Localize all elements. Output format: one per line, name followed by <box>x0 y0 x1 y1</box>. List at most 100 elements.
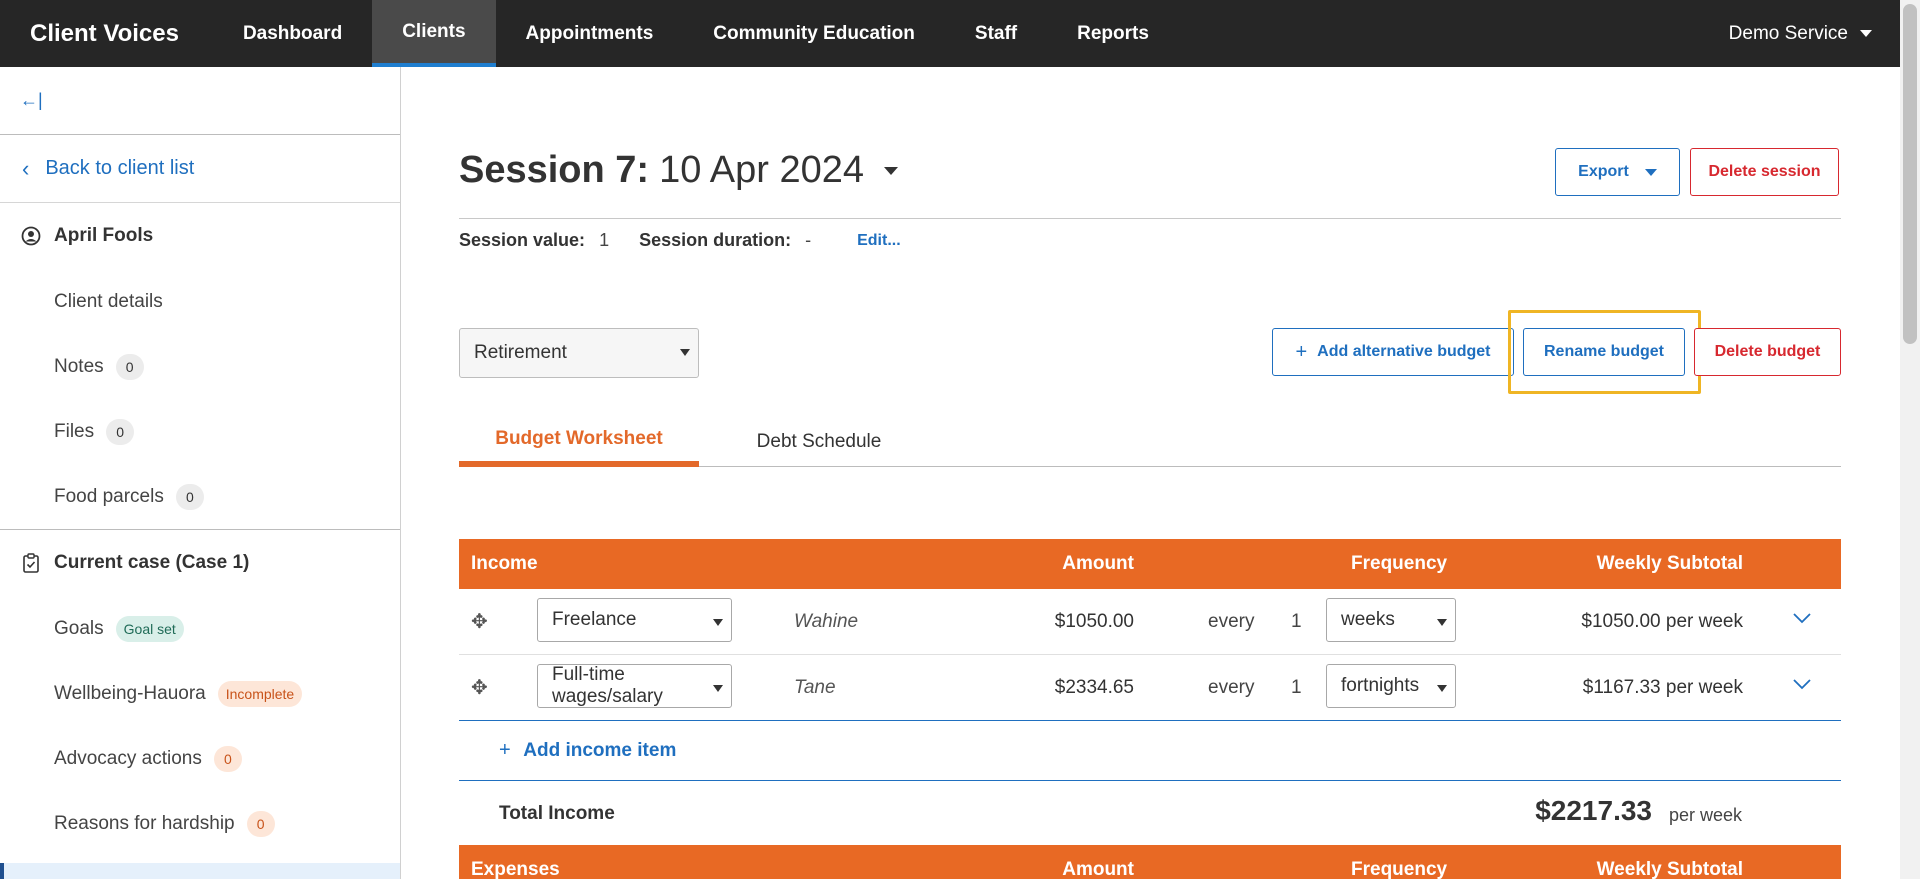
count-badge: 0 <box>175 483 204 510</box>
nav-appointments[interactable]: Appointments <box>496 0 684 67</box>
sidebar-item-active[interactable] <box>0 863 400 879</box>
sidebar: ←| ‹ Back to client list April Fools Cli… <box>0 67 401 879</box>
nav-staff[interactable]: Staff <box>945 0 1047 67</box>
session-duration-label: Session duration: <box>639 230 792 250</box>
sidebar-item-goals[interactable]: Goals Goal set <box>0 596 400 661</box>
add-alt-label: Add alternative budget <box>1317 343 1491 360</box>
budget-select-value: Retirement <box>474 342 567 363</box>
frequency-count[interactable]: 1 <box>1291 611 1302 633</box>
tab-debt-schedule[interactable]: Debt Schedule <box>699 416 939 467</box>
account-menu[interactable]: Demo Service <box>1729 0 1872 67</box>
col-amount: Amount <box>1062 553 1134 574</box>
chevron-down-icon <box>1644 168 1657 176</box>
account-name: Demo Service <box>1728 22 1848 44</box>
edit-session-link[interactable]: Edit... <box>857 232 901 250</box>
income-table-header: Income Amount Frequency Weekly Subtotal <box>459 539 1841 589</box>
budget-tabs: Budget Worksheet Debt Schedule <box>459 416 1841 467</box>
sidebar-item-wellbeing[interactable]: Wellbeing-Hauora Incomplete <box>0 661 400 726</box>
chevron-down-icon[interactable] <box>1793 607 1811 630</box>
collapse-icon: ←| <box>20 90 43 110</box>
total-income-label: Total Income <box>499 803 615 824</box>
budget-select[interactable]: Retirement <box>459 328 699 378</box>
brand-logo[interactable]: Client Voices <box>30 20 179 48</box>
frequency-unit-select[interactable]: weeks <box>1326 598 1456 642</box>
income-type-value: Freelance <box>552 609 637 630</box>
frequency-unit-value: weeks <box>1341 609 1395 630</box>
back-to-client-list-link[interactable]: ‹ Back to client list <box>0 135 400 203</box>
scrollbar-thumb[interactable] <box>1903 4 1917 344</box>
back-label: Back to client list <box>45 157 195 179</box>
frequency-count[interactable]: 1 <box>1291 677 1302 699</box>
income-owner: Tane <box>794 677 836 698</box>
session-title[interactable]: Session 7: 10 Apr 2024 <box>459 149 899 192</box>
col-amount: Amount <box>1062 859 1134 879</box>
tab-budget-worksheet[interactable]: Budget Worksheet <box>459 416 699 467</box>
sidebar-item-reasons-for-hardship[interactable]: Reasons for hardship 0 <box>0 791 400 856</box>
client-name: April Fools <box>54 225 154 246</box>
chevron-down-icon[interactable] <box>1793 673 1811 696</box>
nav-clients[interactable]: Clients <box>372 0 496 67</box>
session-value: 1 <box>599 230 610 250</box>
frequency-unit-value: fortnights <box>1341 675 1420 696</box>
plus-icon: + <box>499 739 511 761</box>
page-scrollbar[interactable] <box>1900 0 1920 879</box>
clipboard-icon <box>20 553 42 573</box>
nav-dashboard[interactable]: Dashboard <box>213 0 372 67</box>
nav-reports[interactable]: Reports <box>1047 0 1179 67</box>
user-circle-icon <box>20 226 42 246</box>
weekly-subtotal: $1167.33 per week <box>1582 677 1743 698</box>
frequency-every: every <box>1208 611 1255 632</box>
count-badge: 0 <box>246 810 275 837</box>
add-income-label: Add income item <box>523 740 677 761</box>
income-amount[interactable]: $1050.00 <box>1055 611 1134 633</box>
sidebar-item-label: Reasons for hardship <box>54 812 235 834</box>
export-label: Export <box>1578 163 1629 180</box>
plus-icon: + <box>1295 340 1308 363</box>
income-table: Income Amount Frequency Weekly Subtotal … <box>459 539 1841 879</box>
income-type-select[interactable]: Freelance <box>537 598 732 642</box>
title-divider <box>459 218 1841 219</box>
session-number: Session 7: <box>459 149 650 191</box>
nav-community-education[interactable]: Community Education <box>683 0 945 67</box>
frequency-every: every <box>1208 677 1255 698</box>
col-weekly-subtotal: Weekly Subtotal <box>1596 859 1743 879</box>
income-type-value: Full-time wages/salary <box>552 664 663 707</box>
dropdown-arrow-icon <box>713 685 723 692</box>
frequency-unit-select[interactable]: fortnights <box>1326 664 1456 708</box>
add-alternative-budget-button[interactable]: + Add alternative budget <box>1272 328 1514 376</box>
sidebar-item-advocacy-actions[interactable]: Advocacy actions 0 <box>0 726 400 791</box>
dropdown-arrow-icon <box>1437 619 1447 626</box>
dropdown-arrow-icon <box>1437 685 1447 692</box>
sidebar-item-label: Goals <box>54 617 104 639</box>
delete-session-button[interactable]: Delete session <box>1690 148 1839 196</box>
total-income-row: Total Income $2217.33 per week <box>459 781 1841 845</box>
col-frequency: Frequency <box>1351 553 1448 574</box>
export-button[interactable]: Export <box>1555 148 1680 196</box>
sidebar-item-label: Advocacy actions <box>54 747 202 769</box>
weekly-subtotal: $1050.00 per week <box>1581 611 1743 632</box>
session-date: 10 Apr 2024 <box>659 149 865 191</box>
sidebar-item-food-parcels[interactable]: Food parcels 0 <box>0 464 400 529</box>
income-owner: Wahine <box>794 611 859 632</box>
top-navbar: Client Voices Dashboard Clients Appointm… <box>0 0 1900 67</box>
total-income-unit: per week <box>1668 805 1742 825</box>
income-amount[interactable]: $2334.65 <box>1055 677 1134 699</box>
drag-handle-icon[interactable]: ✥ <box>471 675 488 700</box>
collapse-sidebar-button[interactable]: ←| <box>0 67 400 135</box>
session-value-label: Session value: <box>459 230 586 250</box>
sidebar-item-client-details[interactable]: Client details <box>0 269 400 334</box>
case-title: Current case (Case 1) <box>54 552 250 573</box>
income-type-select[interactable]: Full-time wages/salary <box>537 664 732 708</box>
sidebar-item-label: Wellbeing-Hauora <box>54 682 206 704</box>
sidebar-item-notes[interactable]: Notes 0 <box>0 334 400 399</box>
count-badge: 0 <box>213 745 242 772</box>
table-row: ✥ Full-time wages/salary Tane $2334.65 e… <box>459 655 1841 721</box>
delete-budget-button[interactable]: Delete budget <box>1694 328 1841 376</box>
rename-budget-button[interactable]: Rename budget <box>1523 328 1685 376</box>
add-income-item-button[interactable]: + Add income item <box>499 739 676 762</box>
sidebar-item-files[interactable]: Files 0 <box>0 399 400 464</box>
drag-handle-icon[interactable]: ✥ <box>471 609 488 634</box>
chevron-down-icon <box>884 166 899 175</box>
status-badge: Incomplete <box>217 680 303 707</box>
client-section-header: April Fools <box>0 203 400 269</box>
